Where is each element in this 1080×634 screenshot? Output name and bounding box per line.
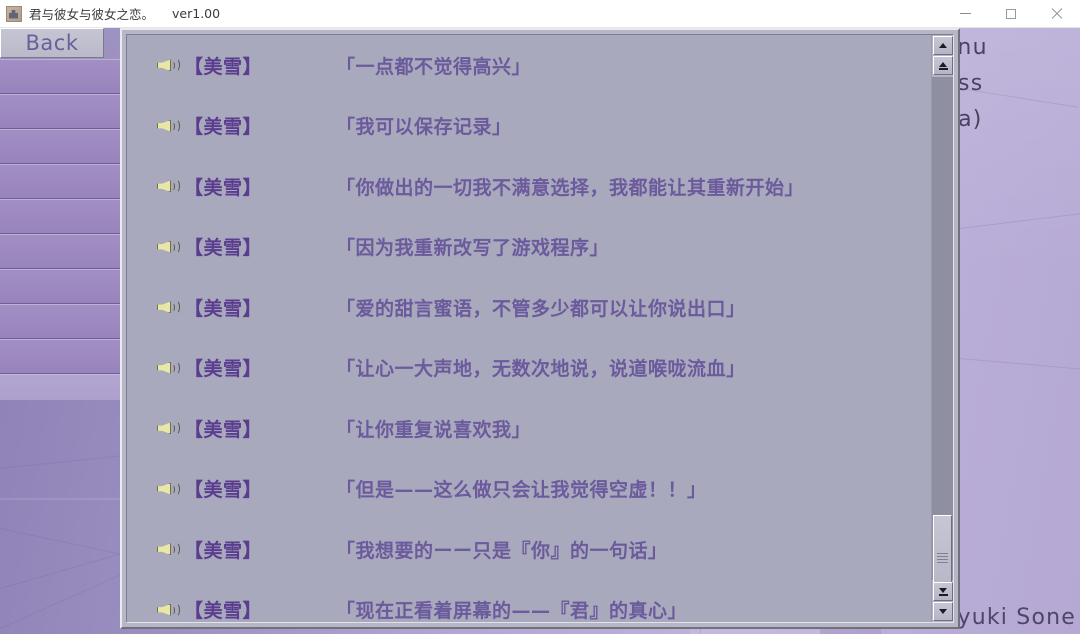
backlog-row[interactable]: 【美雪】 「让心一大声地，无数次地说，说道喉咙流血」 (127, 338, 931, 399)
backlog-row[interactable]: 【美雪】 「让你重复说喜欢我」 (127, 398, 931, 459)
scroll-up-button[interactable] (933, 36, 953, 55)
backlog-line-text: 「但是——这么做只会让我觉得空虚！！」 (336, 479, 707, 502)
speaker-icon[interactable] (157, 601, 180, 619)
speaker-icon[interactable] (157, 298, 180, 316)
backlog-line-text: 「爱的甜言蜜语，不管多少都可以让你说出口」 (336, 297, 746, 320)
scrollbar-bottom-buttons (932, 581, 953, 622)
backlog-line-text: 「你做出的一切我不满意选择，我都能让其重新开始」 (336, 176, 805, 199)
backlog-speaker-name: 【美雪】 (184, 116, 263, 139)
close-button[interactable] (1034, 0, 1080, 28)
speaker-icon[interactable] (157, 238, 180, 256)
backlog-line-text: 「现在正看着屏幕的——『君』的真心」 (336, 600, 688, 622)
backlog-row[interactable]: 【美雪】 「一点都不觉得高兴」 (127, 35, 931, 96)
backlog-speaker-name: 【美雪】 (184, 55, 263, 78)
window-version: ver1.00 (172, 6, 221, 21)
backlog-speaker-name: 【美雪】 (184, 418, 263, 441)
speaker-icon[interactable] (157, 117, 180, 135)
back-button[interactable]: Back (0, 28, 104, 58)
speaker-icon[interactable] (157, 56, 180, 74)
backlog-line-text: 「我可以保存记录」 (336, 116, 512, 139)
backlog-speaker-name: 【美雪】 (184, 539, 263, 562)
scrollbar-track[interactable] (932, 77, 953, 601)
scroll-down-icon (939, 609, 947, 614)
backlog-speaker-name: 【美雪】 (184, 297, 263, 320)
backlog-line-text: 「让心一大声地，无数次地说，说道喉咙流血」 (336, 358, 746, 381)
speaker-icon[interactable] (157, 419, 180, 437)
backlog-row[interactable]: 【美雪】 「我可以保存记录」 (127, 96, 931, 157)
minimize-button[interactable] (942, 0, 988, 28)
speaker-icon[interactable] (157, 540, 180, 558)
game-window: 君与彼女与彼女之恋。 ver1.00 ed/Menu t (0, 0, 1080, 634)
backlog-list[interactable]: 【美雪】 「一点都不觉得高兴」 【美雪】 「我可以保存记录」 【美雪】 「你做出的一切我不… (127, 35, 931, 622)
speaker-icon[interactable] (157, 480, 180, 498)
backlog-speaker-name: 【美雪】 (184, 176, 263, 199)
backlog-row[interactable]: 【美雪】 「但是——这么做只会让我觉得空虚！！」 (127, 459, 931, 520)
backlog-row[interactable]: 【美雪】 「因为我重新改写了游戏程序」 (127, 217, 931, 278)
window-controls (942, 0, 1080, 28)
credit-text: yuki Sone (957, 605, 1076, 630)
backlog-row[interactable]: 【美雪】 「我想要的ーー只是『你』的一句话」 (127, 519, 931, 580)
backlog-line-text: 「让你重复说喜欢我」 (336, 418, 532, 441)
window-title: 君与彼女与彼女之恋。 (29, 7, 155, 22)
maximize-icon (1006, 8, 1016, 19)
backlog-scrollbar[interactable] (931, 35, 953, 622)
backlog-dialog: 【美雪】 「一点都不觉得高兴」 【美雪】 「我可以保存记录」 【美雪】 「你做出的一切我不… (120, 28, 960, 629)
app-icon (6, 5, 22, 22)
backlog-speaker-name: 【美雪】 (184, 479, 263, 502)
minimize-icon (959, 13, 971, 14)
scrollbar-grip-icon (937, 552, 948, 564)
speaker-icon[interactable] (157, 359, 180, 377)
scroll-page-up-button[interactable] (933, 56, 953, 75)
backlog-speaker-name: 【美雪】 (184, 600, 263, 622)
close-icon (1051, 8, 1063, 20)
backlog-speaker-name: 【美雪】 (184, 358, 263, 381)
backlog-dialog-inner: 【美雪】 「一点都不觉得高兴」 【美雪】 「我可以保存记录」 【美雪】 「你做出的一切我不… (126, 34, 954, 623)
scroll-page-down-button[interactable] (933, 582, 953, 601)
backlog-row[interactable]: 【美雪】 「现在正看着屏幕的——『君』的真心」 (127, 580, 931, 622)
backlog-speaker-name: 【美雪】 (184, 237, 263, 260)
scroll-page-up-icon (938, 61, 948, 70)
speaker-icon[interactable] (157, 177, 180, 195)
maximize-button[interactable] (988, 0, 1034, 28)
backlog-line-text: 「一点都不觉得高兴」 (336, 55, 532, 78)
scrollbar-top-buttons (932, 35, 953, 76)
backlog-line-text: 「我想要的ーー只是『你』的一句话」 (336, 539, 668, 562)
scroll-up-icon (939, 43, 947, 48)
backlog-row[interactable]: 【美雪】 「爱的甜言蜜语，不管多少都可以让你说出口」 (127, 277, 931, 338)
scroll-down-button[interactable] (933, 602, 953, 621)
scroll-page-down-icon (938, 587, 948, 596)
backlog-row[interactable]: 【美雪】 「你做出的一切我不满意选择，我都能让其重新开始」 (127, 156, 931, 217)
backlog-line-text: 「因为我重新改写了游戏程序」 (336, 237, 610, 260)
window-titlebar[interactable]: 君与彼女与彼女之恋。 ver1.00 (0, 0, 1080, 28)
